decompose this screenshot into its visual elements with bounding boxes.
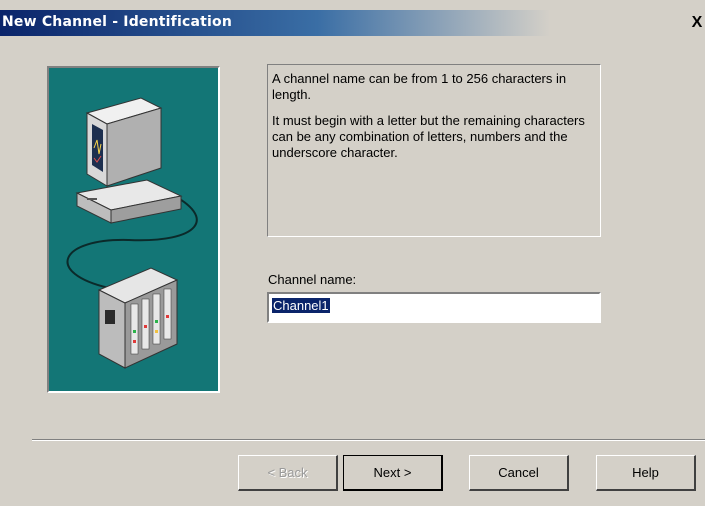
channel-name-value: Channel1 xyxy=(272,298,330,313)
channel-name-label: Channel name: xyxy=(268,272,357,287)
cancel-button[interactable]: Cancel xyxy=(469,455,569,491)
close-button[interactable]: X xyxy=(689,14,705,32)
help-paragraph-rules: It must begin with a letter but the rema… xyxy=(272,113,585,160)
help-button[interactable]: Help xyxy=(596,455,696,491)
title-bar: New Channel - Identification X xyxy=(0,10,705,36)
window-title: New Channel - Identification xyxy=(2,14,232,30)
new-channel-dialog: New Channel - Identification X A channel… xyxy=(0,0,705,506)
channel-name-input[interactable]: Channel1 xyxy=(267,292,601,323)
back-button[interactable]: < Back xyxy=(238,455,338,491)
next-button[interactable]: Next > xyxy=(343,455,443,491)
help-paragraph-length: A channel name can be from 1 to 256 char… xyxy=(272,71,567,102)
button-separator xyxy=(32,439,705,441)
computer-and-plc-icon xyxy=(47,66,220,393)
channel-name-help-text: A channel name can be from 1 to 256 char… xyxy=(267,64,601,237)
